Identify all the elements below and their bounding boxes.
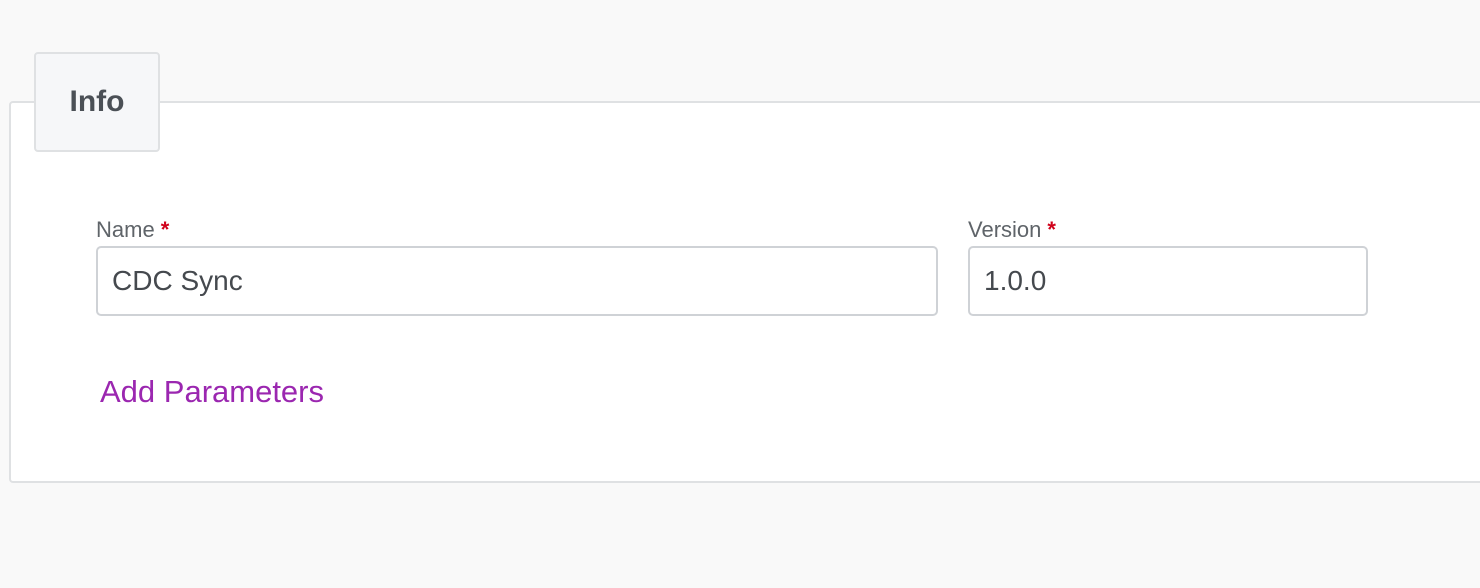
required-marker: *	[160, 217, 170, 242]
version-label-text: Version	[968, 217, 1042, 242]
version-field-group: Version *	[968, 216, 1368, 316]
tab-info-label: Info	[69, 85, 125, 118]
name-label: Name *	[96, 216, 938, 246]
version-label: Version *	[968, 216, 1368, 246]
name-input[interactable]	[96, 246, 938, 316]
required-marker: *	[1047, 217, 1056, 242]
version-input[interactable]	[968, 246, 1368, 316]
name-field-group: Name *	[96, 216, 938, 316]
add-parameters-link[interactable]: Add Parameters	[100, 374, 324, 410]
tab-info[interactable]: Info	[34, 52, 160, 152]
name-label-text: Name	[96, 217, 155, 242]
